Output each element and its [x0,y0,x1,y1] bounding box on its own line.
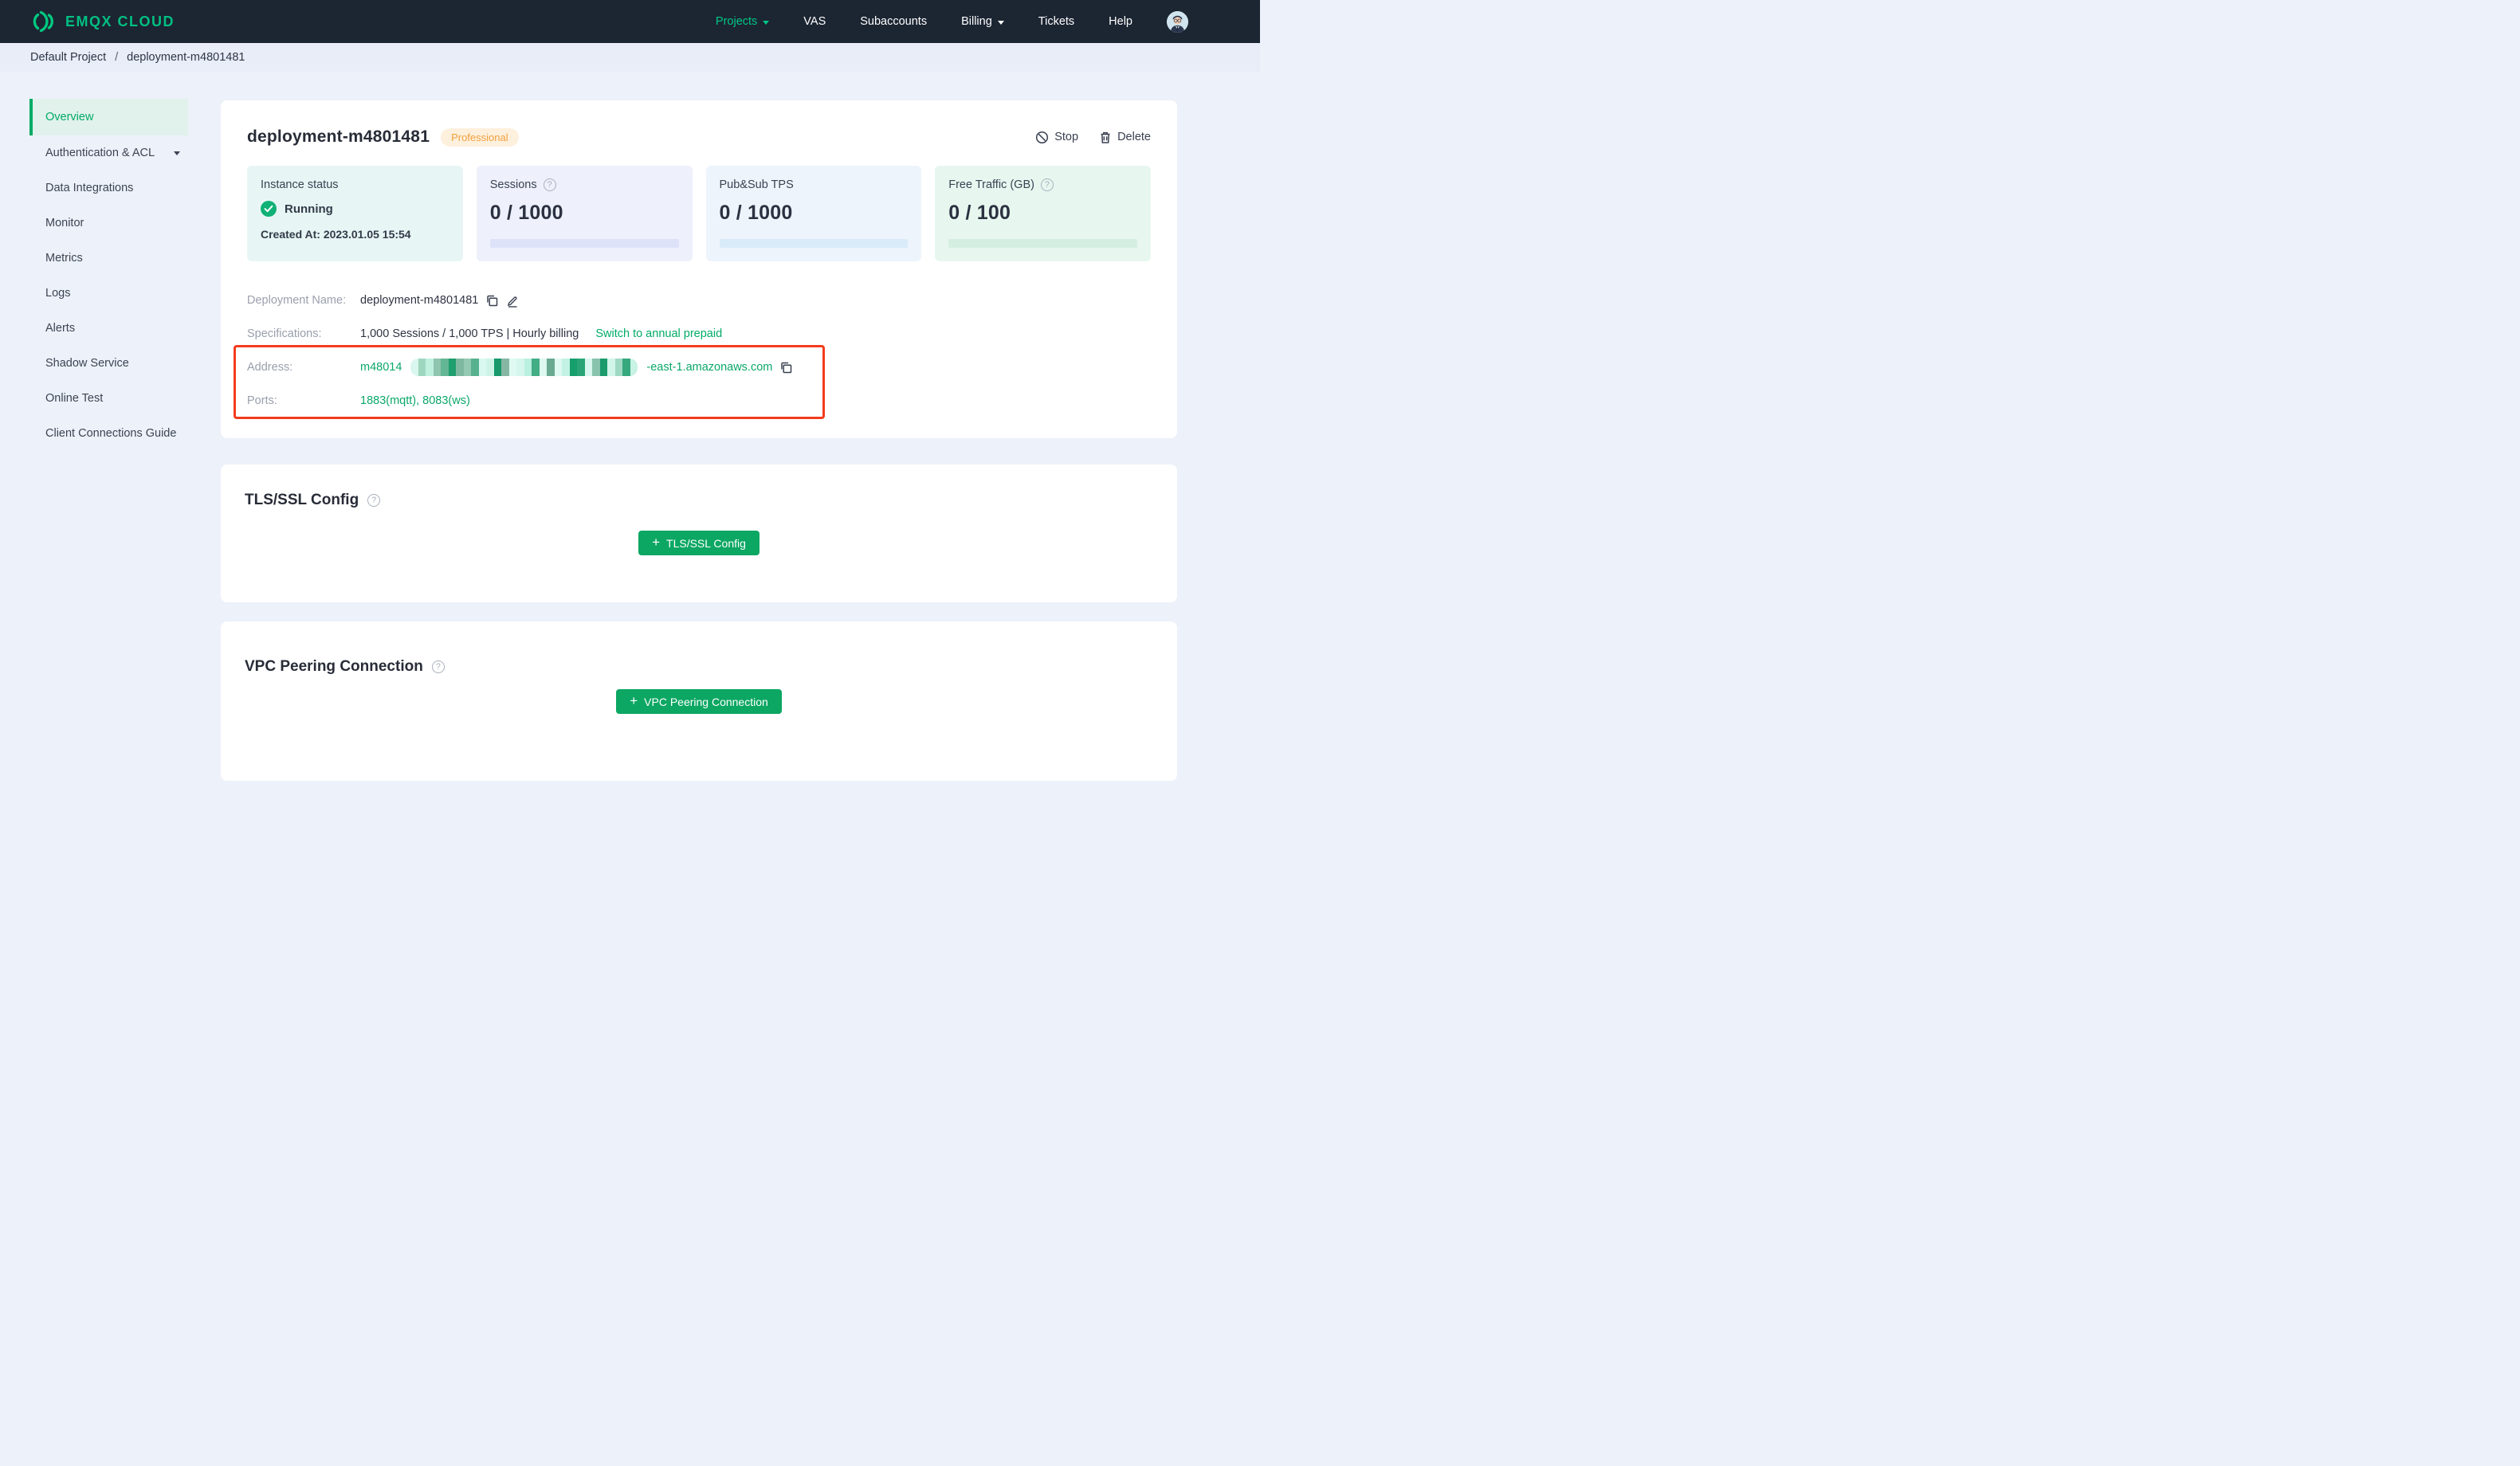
emqx-logo[interactable]: EMQX CLOUD [29,10,175,33]
help-icon[interactable]: ? [1040,178,1054,191]
deployment-overview-card: deployment-m4801481 Professional Stop De… [221,100,1177,438]
free-traffic-value: 0 / 100 [948,202,1011,224]
add-tls-ssl-config-button[interactable]: + TLS/SSL Config [638,531,760,555]
free-traffic-label: Free Traffic (GB) [948,178,1034,191]
chevron-down-icon [997,20,1004,25]
delete-button[interactable]: Delete [1099,131,1151,144]
pubsub-tps-progress-bar [719,239,909,248]
address-row: Address: m48014 -east-1.amazonaws.com [247,351,1151,384]
ports-value: 1883(mqtt), 8083(ws) [360,394,470,407]
deployment-name-value: deployment-m4801481 [360,294,479,307]
nav-item-projects[interactable]: Projects [716,15,770,28]
plan-badge: Professional [441,127,519,147]
page-title: deployment-m4801481 [247,127,430,146]
pubsub-tps-value: 0 / 1000 [719,202,793,224]
sidebar-item-overview[interactable]: Overview [29,99,188,135]
sidebar-item-metrics[interactable]: Metrics [29,241,188,276]
created-at-text: Created At: 2023.01.05 15:54 [261,228,411,241]
nav-item-tickets[interactable]: Tickets [1038,15,1074,28]
brand-name: EMQX CLOUD [65,13,175,29]
sidebar-nav: Overview Authentication & ACL Data Integ… [29,72,188,451]
redacted-address-mosaic [410,359,638,376]
check-circle-icon [261,201,277,217]
specifications-row: Specifications: 1,000 Sessions / 1,000 T… [247,317,1151,351]
nav-item-billing[interactable]: Billing [961,15,1004,28]
plus-icon: + [652,534,661,550]
edit-icon[interactable] [506,294,520,308]
add-vpc-peering-button[interactable]: + VPC Peering Connection [616,689,782,714]
ports-label: Ports: [247,394,277,407]
help-icon[interactable]: ? [543,178,556,191]
breadcrumb-current: deployment-m4801481 [127,51,245,64]
pubsub-tps-label: Pub&Sub TPS [719,178,794,191]
nav-item-subaccounts[interactable]: Subaccounts [860,15,927,28]
help-icon[interactable]: ? [431,660,445,673]
sidebar-item-authentication-acl[interactable]: Authentication & ACL [29,135,188,171]
stop-button[interactable]: Stop [1035,131,1078,144]
trash-icon [1099,131,1112,144]
sessions-label: Sessions [489,178,537,191]
instance-status-card: Instance status Running Created At: 2023… [247,166,463,261]
sidebar-item-logs[interactable]: Logs [29,276,188,311]
tls-ssl-title: TLS/SSL Config [245,492,359,508]
free-traffic-card: Free Traffic (GB) ? 0 / 100 [935,166,1151,261]
switch-annual-prepaid-link[interactable]: Switch to annual prepaid [595,327,722,340]
sidebar-item-data-integrations[interactable]: Data Integrations [29,171,188,206]
help-icon[interactable]: ? [367,494,381,507]
status-badge: Running [285,202,333,216]
specifications-label: Specifications: [247,327,322,340]
plus-icon: + [630,692,638,708]
pubsub-tps-card: Pub&Sub TPS 0 / 1000 [705,166,922,261]
deployment-name-label: Deployment Name: [247,294,347,307]
chevron-down-icon [763,20,770,25]
vpc-peering-section: VPC Peering Connection ? + VPC Peering C… [221,621,1177,781]
free-traffic-progress-bar [948,239,1137,248]
breadcrumb-project[interactable]: Default Project [30,51,106,64]
vpc-peering-title: VPC Peering Connection [245,658,423,675]
chevron-down-icon [174,151,180,155]
sessions-value: 0 / 1000 [489,202,563,224]
address-prefix: m48014 [360,361,402,374]
instance-status-label: Instance status [261,178,339,191]
copy-icon[interactable] [485,294,499,308]
sidebar-item-client-connections-guide[interactable]: Client Connections Guide [29,416,188,451]
breadcrumb-separator: / [115,51,119,64]
breadcrumb: Default Project / deployment-m4801481 [0,43,1260,72]
tls-ssl-section: TLS/SSL Config ? + TLS/SSL Config [221,464,1177,602]
nav-item-vas[interactable]: VAS [803,15,826,28]
top-navbar: EMQX CLOUD Projects VAS Subaccounts Bill… [0,0,1260,43]
sessions-card: Sessions ? 0 / 1000 [476,166,693,261]
user-avatar[interactable] [1167,10,1188,33]
sidebar-item-online-test[interactable]: Online Test [29,381,188,416]
deployment-name-row: Deployment Name: deployment-m4801481 [247,284,1151,317]
address-suffix: -east-1.amazonaws.com [646,361,773,374]
emqx-logo-icon [29,10,57,33]
nav-item-help[interactable]: Help [1109,15,1132,28]
sidebar-item-alerts[interactable]: Alerts [29,311,188,346]
stop-icon [1035,131,1049,144]
sidebar-item-monitor[interactable]: Monitor [29,206,188,241]
sessions-progress-bar [489,239,679,248]
specifications-value: 1,000 Sessions / 1,000 TPS | Hourly bill… [360,327,579,340]
sidebar-item-shadow-service[interactable]: Shadow Service [29,346,188,381]
copy-icon[interactable] [779,361,793,374]
ports-row: Ports: 1883(mqtt), 8083(ws) [247,384,1151,417]
nav-menu: Projects VAS Subaccounts Billing Tickets… [716,10,1188,33]
address-label: Address: [247,361,293,374]
